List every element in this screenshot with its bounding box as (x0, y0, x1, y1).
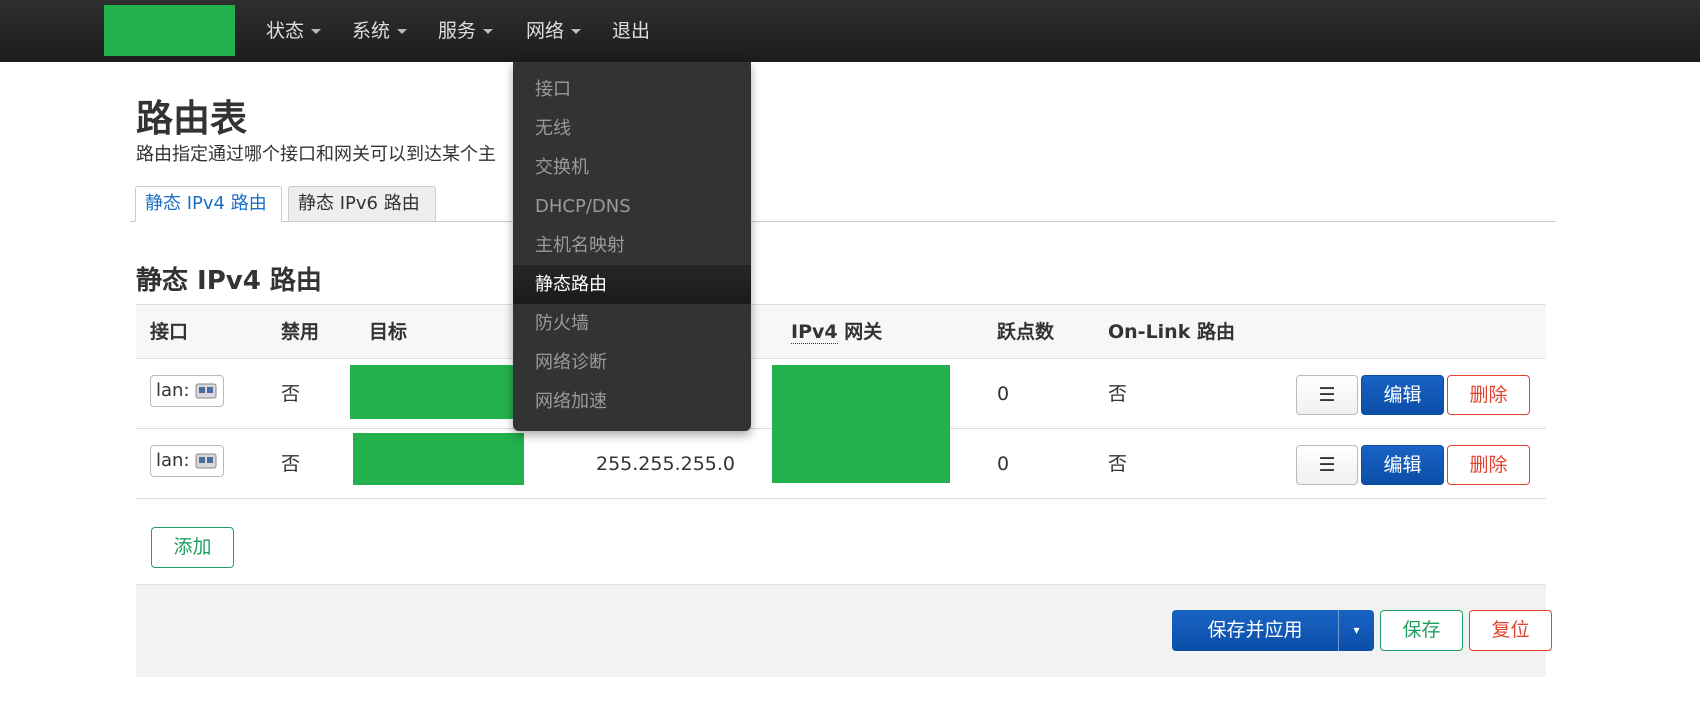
nav-system[interactable]: 系统 (352, 0, 408, 62)
disabled-value: 否 (281, 383, 301, 405)
form-actions: 保存并应用 ▾ 保存 复位 (136, 584, 1552, 677)
menu-item-dhcp-dns[interactable]: DHCP/DNS (513, 187, 751, 226)
brand-logo[interactable] (104, 5, 235, 56)
menu-item-acceleration[interactable]: 网络加速 (513, 382, 751, 421)
nav-network-label: 网络 (526, 20, 565, 42)
menu-item-wireless[interactable]: 无线 (513, 109, 751, 148)
nav-system-label: 系统 (352, 20, 391, 42)
interface-badge: lan: (150, 375, 224, 407)
chevron-down-icon (311, 29, 322, 34)
nav-network[interactable]: 网络 (526, 0, 582, 62)
menu-item-interfaces[interactable]: 接口 (513, 70, 751, 109)
edit-button[interactable]: 编辑 (1361, 445, 1444, 485)
chevron-down-icon (483, 29, 494, 34)
nav-services-label: 服务 (438, 20, 477, 42)
network-dropdown-menu: 接口 无线 交换机 DHCP/DNS 主机名映射 静态路由 防火墙 网络诊断 网… (513, 62, 751, 431)
metric-value: 0 (997, 383, 1010, 405)
reset-button[interactable]: 复位 (1469, 610, 1552, 651)
save-apply-button[interactable]: 保存并应用 (1172, 610, 1338, 651)
page-title: 路由表 (136, 97, 247, 140)
network-port-icon (195, 383, 217, 399)
delete-button[interactable]: 删除 (1447, 445, 1530, 485)
section-title: 静态 IPv4 路由 (136, 266, 322, 296)
menu-item-firewall[interactable]: 防火墙 (513, 304, 751, 343)
metric-value: 0 (997, 453, 1010, 475)
redacted-target (350, 365, 522, 419)
chevron-down-icon (397, 29, 408, 34)
nav-logout-label: 退出 (612, 20, 651, 42)
menu-item-diagnostics[interactable]: 网络诊断 (513, 343, 751, 382)
onlink-value: 否 (1108, 453, 1128, 475)
top-navbar: 状态 系统 服务 网络 退出 (0, 0, 1700, 62)
col-disabled: 禁用 (281, 321, 320, 343)
page-description: 路由指定通过哪个接口和网关可以到达某个主 (136, 144, 496, 165)
menu-item-static-routes[interactable]: 静态路由 (513, 265, 751, 304)
add-route-button[interactable]: 添加 (151, 527, 234, 568)
interface-badge: lan: (150, 445, 224, 477)
row-more-button[interactable]: ☰ (1296, 375, 1358, 415)
disabled-value: 否 (281, 453, 301, 475)
table-row: lan: 否 0 否 ☰ 编辑 删除 (136, 359, 1546, 483)
col-onlink: On-Link 路由 (1108, 321, 1235, 343)
edit-button[interactable]: 编辑 (1361, 375, 1444, 415)
onlink-value: 否 (1108, 383, 1128, 405)
netmask-value: 255.255.255.0 (596, 453, 736, 475)
nav-status-label: 状态 (266, 20, 305, 42)
col-gateway-abbr: IPv4 (791, 321, 838, 344)
col-target: 目标 (369, 321, 408, 343)
nav-services[interactable]: 服务 (438, 0, 494, 62)
interface-label: lan: (156, 380, 190, 401)
delete-button[interactable]: 删除 (1447, 375, 1530, 415)
network-port-icon (195, 453, 217, 469)
table-row: lan: 否 255.255.255.0 0 否 ☰ 编辑 删除 (136, 429, 1546, 499)
row-more-button[interactable]: ☰ (1296, 445, 1358, 485)
tab-static-ipv4[interactable]: 静态 IPv4 路由 (135, 186, 282, 222)
chevron-down-icon (571, 29, 582, 34)
col-interface: 接口 (150, 321, 189, 343)
nav-logout[interactable]: 退出 (612, 0, 650, 62)
table-header: 接口 禁用 目标 IPv4 网关 跃点数 On-Link 路由 (136, 304, 1546, 359)
nav-status[interactable]: 状态 (266, 0, 322, 62)
tab-static-ipv6[interactable]: 静态 IPv6 路由 (288, 186, 436, 222)
menu-item-hostnames[interactable]: 主机名映射 (513, 226, 751, 265)
col-metric: 跃点数 (997, 321, 1055, 343)
menu-item-switch[interactable]: 交换机 (513, 148, 751, 187)
redacted-target (353, 433, 524, 485)
col-gateway-suffix: 网关 (837, 321, 883, 343)
interface-label: lan: (156, 450, 190, 471)
save-button[interactable]: 保存 (1380, 610, 1463, 651)
col-gateway: IPv4 网关 (791, 305, 882, 360)
save-apply-dropdown-toggle[interactable]: ▾ (1338, 610, 1374, 651)
